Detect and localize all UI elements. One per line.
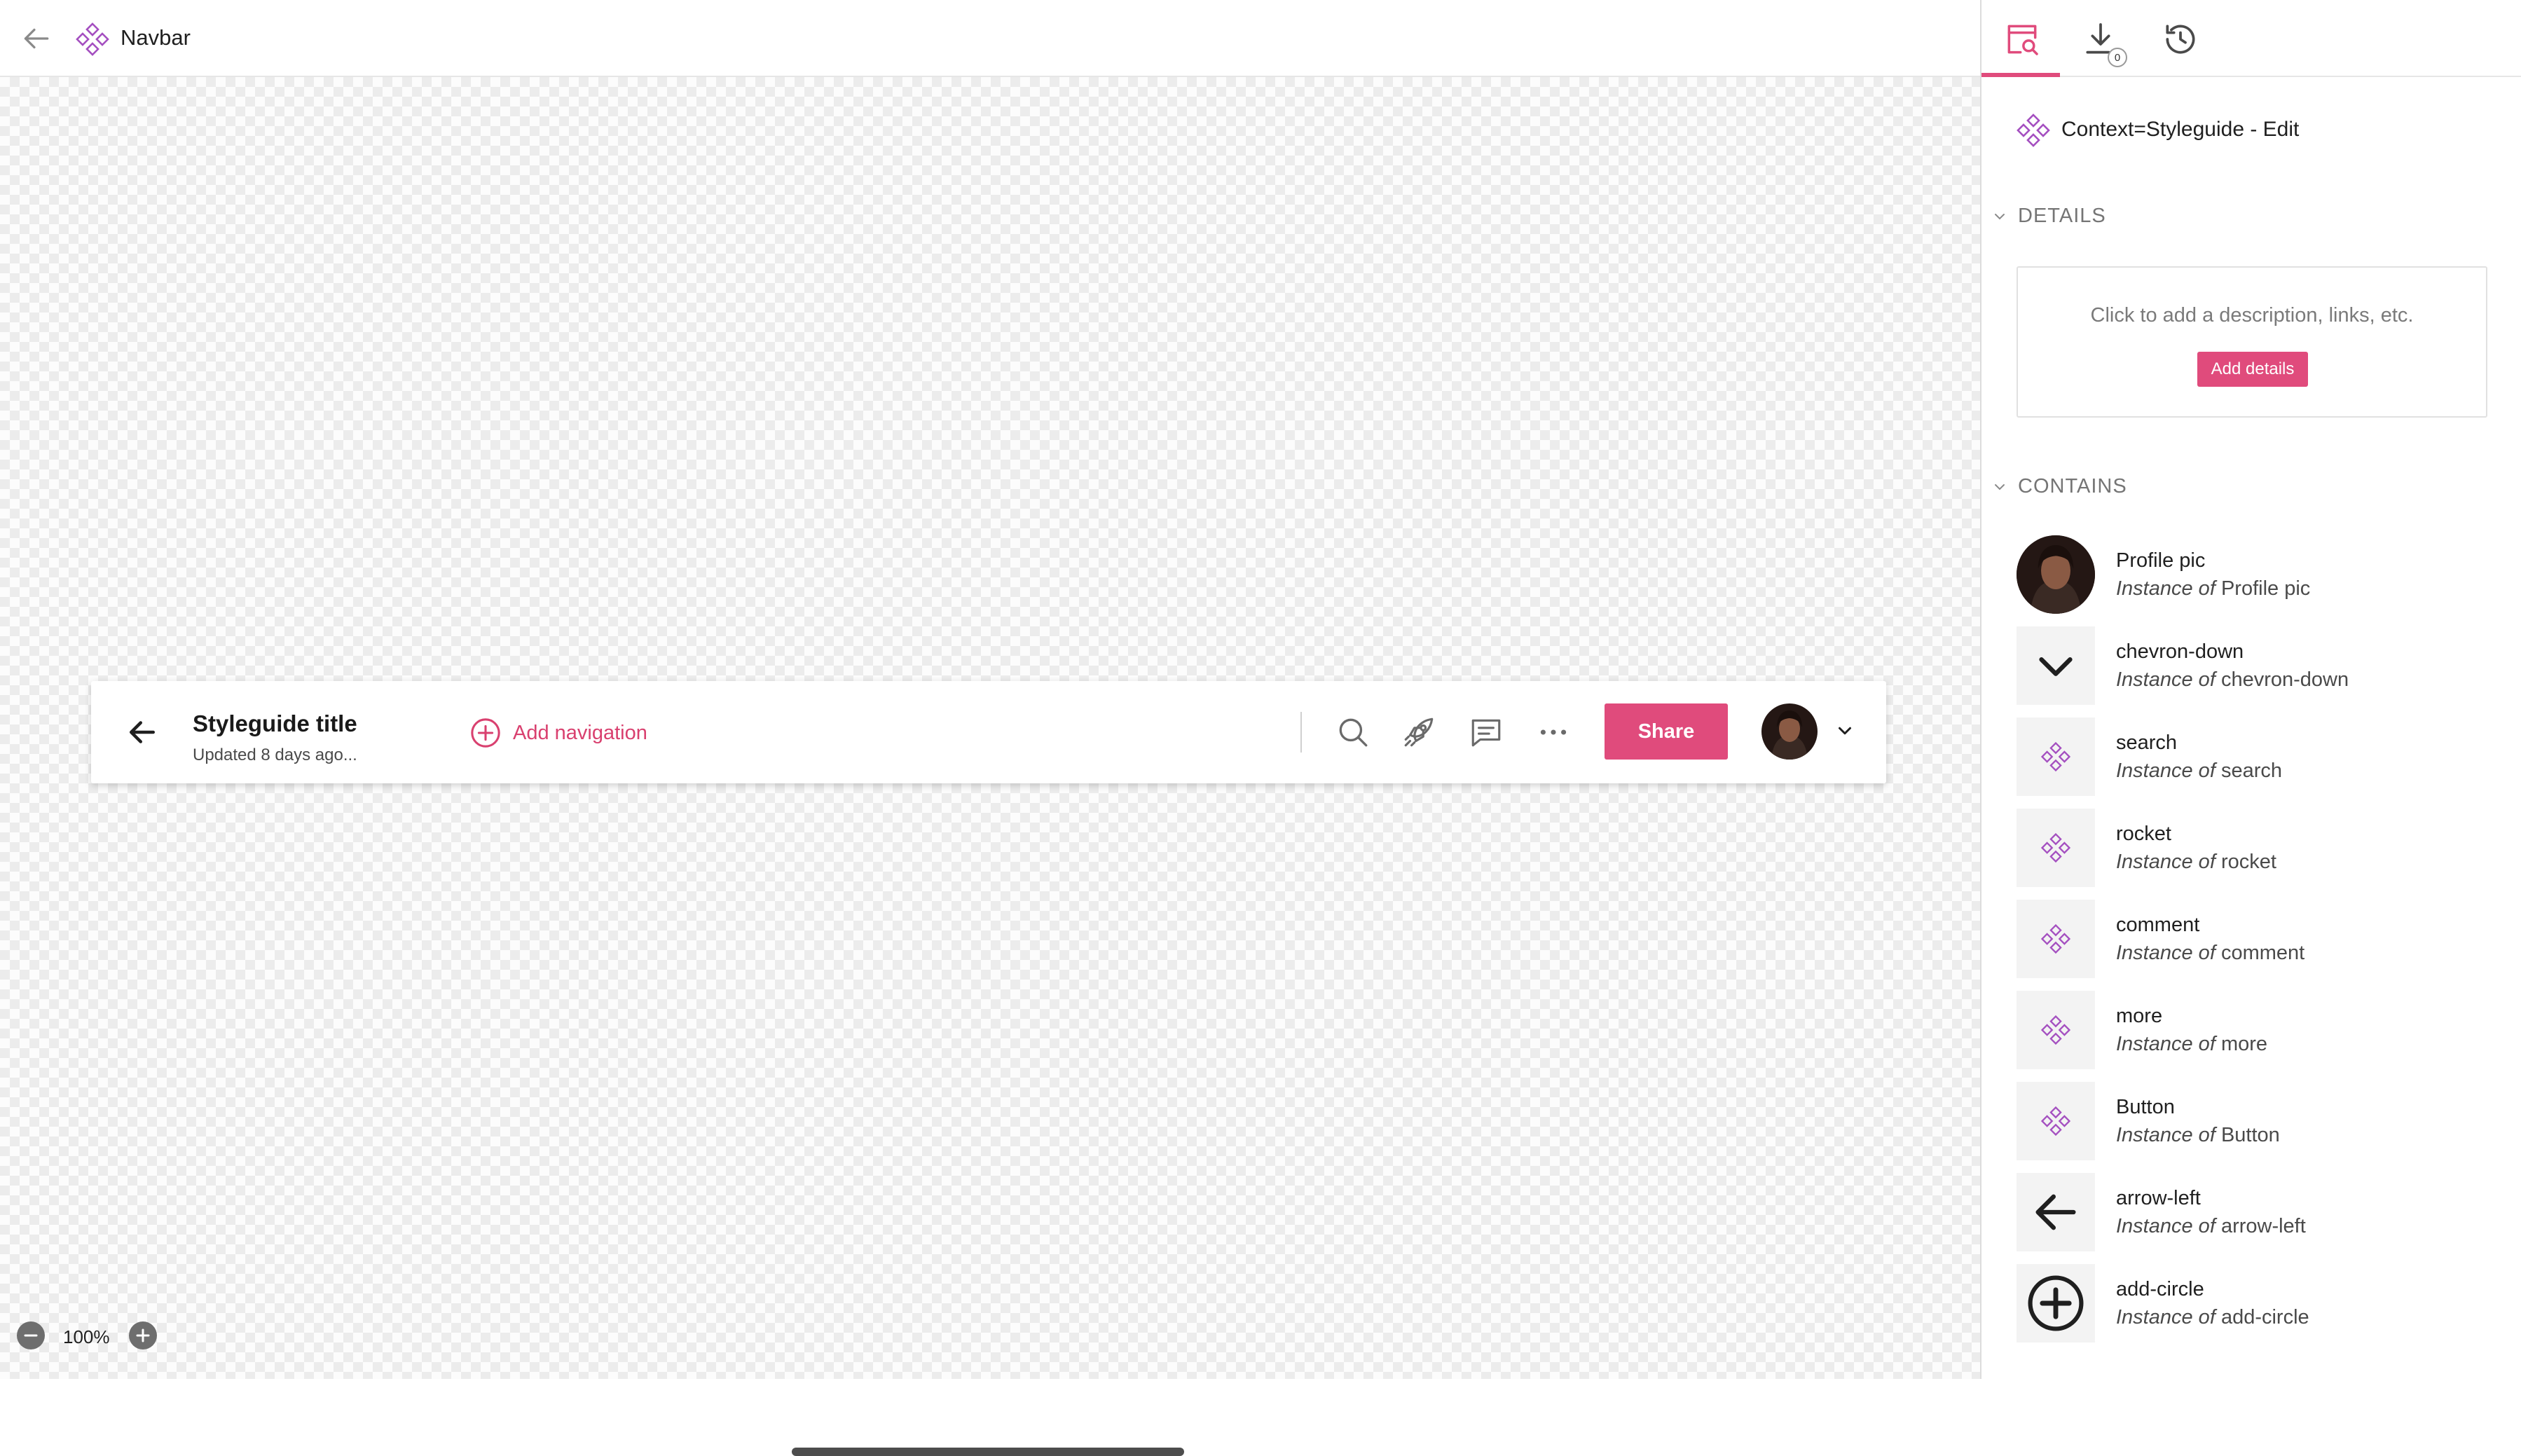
- chevron-down-icon[interactable]: [1834, 720, 1855, 741]
- zoom-level: 100%: [63, 1326, 110, 1347]
- item-name: add-circle: [2116, 1278, 2204, 1300]
- profile-photo: [1761, 703, 1818, 760]
- component-name: Context=Styleguide - Edit: [2061, 118, 2300, 141]
- component-icon: [2017, 114, 2050, 147]
- top-bar: Navbar: [0, 0, 1980, 77]
- divider: [1300, 712, 1302, 753]
- horizontal-scrollbar[interactable]: [792, 1448, 1184, 1456]
- plus-icon: [136, 1328, 150, 1342]
- item-instance: Instance of arrow-left: [2116, 1215, 2306, 1237]
- component-icon: [2017, 900, 2095, 978]
- search-icon[interactable]: [1335, 715, 1371, 750]
- styleguide-title: Styleguide title: [193, 710, 357, 736]
- item-instance: Instance of rocket: [2116, 851, 2276, 873]
- list-item[interactable]: rocket Instance of rocket: [2017, 809, 2500, 887]
- history-icon[interactable]: [2161, 20, 2200, 59]
- component-icon: [2017, 1082, 2095, 1160]
- zoom-in-button[interactable]: [129, 1321, 157, 1349]
- item-instance: Instance of comment: [2116, 942, 2305, 964]
- item-instance: Instance of add-circle: [2116, 1306, 2309, 1328]
- item-instance: Instance of search: [2116, 760, 2282, 782]
- updated-timestamp: Updated 8 days ago...: [193, 746, 357, 764]
- list-item[interactable]: Button Instance of Button: [2017, 1082, 2500, 1160]
- item-instance: Instance of more: [2116, 1033, 2268, 1055]
- component-icon: [2017, 717, 2095, 796]
- details-section-toggle[interactable]: DETAILS: [1991, 205, 2106, 228]
- more-icon[interactable]: [1536, 715, 1571, 750]
- item-name: comment: [2116, 914, 2200, 936]
- details-box[interactable]: Click to add a description, links, etc. …: [2017, 266, 2487, 418]
- item-name: Button: [2116, 1096, 2175, 1118]
- item-instance: Instance of Profile pic: [2116, 577, 2311, 600]
- arrow-left-icon: [2017, 1173, 2095, 1251]
- item-name: rocket: [2116, 823, 2171, 845]
- component-icon: [2017, 809, 2095, 887]
- list-item[interactable]: chevron-down Instance of chevron-down: [2017, 626, 2500, 705]
- details-heading: DETAILS: [2018, 205, 2106, 227]
- zoom-out-button[interactable]: [17, 1321, 45, 1349]
- list-item[interactable]: Profile pic Instance of Profile pic: [2017, 535, 2500, 614]
- component-icon: [76, 22, 109, 56]
- item-name: search: [2116, 732, 2178, 754]
- back-arrow-icon[interactable]: [18, 21, 53, 56]
- item-name: chevron-down: [2116, 640, 2244, 663]
- add-circle-icon: [2017, 1264, 2095, 1342]
- list-item[interactable]: search Instance of search: [2017, 717, 2500, 796]
- minus-icon: [24, 1334, 38, 1337]
- arrow-left-icon[interactable]: [123, 713, 161, 751]
- list-item[interactable]: add-circle Instance of add-circle: [2017, 1264, 2500, 1342]
- share-button[interactable]: Share: [1605, 703, 1728, 760]
- inspector-panel: 0 Context=Styleguide - Edit DETAILS Clic…: [1980, 0, 2521, 1379]
- rocket-icon[interactable]: [1401, 715, 1436, 750]
- profile-photo: [2017, 535, 2095, 614]
- add-navigation-button[interactable]: Add navigation: [469, 715, 647, 751]
- item-instance: Instance of chevron-down: [2116, 668, 2349, 691]
- list-item[interactable]: arrow-left Instance of arrow-left: [2017, 1173, 2500, 1251]
- item-name: Profile pic: [2116, 549, 2206, 572]
- add-details-button[interactable]: Add details: [2197, 352, 2308, 387]
- chevron-down-icon: [2017, 626, 2095, 705]
- avatar[interactable]: [1761, 703, 1818, 760]
- details-hint: Click to add a description, links, etc.: [2090, 304, 2414, 327]
- contains-heading: CONTAINS: [2018, 475, 2127, 497]
- list-item[interactable]: more Instance of more: [2017, 991, 2500, 1069]
- add-circle-icon: [471, 718, 500, 748]
- chevron-down-icon: [1995, 213, 2005, 219]
- item-name: more: [2116, 1005, 2163, 1027]
- active-tab-indicator: [1981, 73, 2060, 77]
- chevron-down-icon: [1995, 483, 2005, 490]
- item-instance: Instance of Button: [2116, 1124, 2280, 1146]
- add-navigation-label: Add navigation: [513, 721, 647, 744]
- comment-icon[interactable]: [1469, 715, 1504, 750]
- contains-section-toggle[interactable]: CONTAINS: [1991, 475, 2127, 498]
- canvas[interactable]: Styleguide title Updated 8 days ago... A…: [0, 77, 1980, 1456]
- download-count-badge: 0: [2108, 48, 2127, 67]
- page-title: Navbar: [121, 25, 191, 50]
- inspect-icon[interactable]: [2003, 20, 2042, 59]
- list-item[interactable]: comment Instance of comment: [2017, 900, 2500, 978]
- component-icon: [2017, 991, 2095, 1069]
- item-name: arrow-left: [2116, 1187, 2201, 1209]
- panel-tabs: 0: [1981, 0, 2521, 77]
- navbar-component-preview[interactable]: Styleguide title Updated 8 days ago... A…: [91, 681, 1886, 783]
